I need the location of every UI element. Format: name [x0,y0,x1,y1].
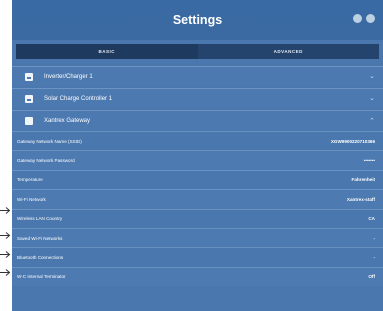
setting-row-password[interactable]: Gateway Network Password ••••••• [12,150,383,170]
setting-row-ssid[interactable]: Gateway Network Name (SSID) XGW990022071… [12,131,383,151]
setting-label: Wireless LAN Country [17,216,63,222]
setting-value: XGW9900220710366 [330,138,375,144]
device-list: Inverter/Charger 1 ⌄ Solar Charge Contro… [12,66,383,130]
grid-icon[interactable] [353,14,362,23]
device-label: Solar Charge Controller 1 [44,95,113,102]
setting-value: Xantrex-staff [346,196,375,202]
tab-advanced[interactable]: ADVANCED [197,44,379,59]
chevron-down-icon: ⌄ [369,95,375,102]
callout-arrows [0,0,12,311]
setting-value: CA [368,216,375,222]
tab-basic[interactable]: BASIC [16,44,198,59]
setting-value: - [373,255,375,261]
setting-label: Temperature [17,177,43,183]
title-actions [353,14,375,23]
setting-value: Off [368,274,375,280]
gateway-settings-list: Gateway Network Name (SSID) XGW990022071… [12,131,383,287]
tab-bar: BASIC ADVANCED [16,44,379,59]
chevron-down-icon: ⌄ [369,73,375,80]
setting-label: Gateway Network Name (SSID) [17,138,82,144]
setting-label: Wi-Fi Network [17,196,46,202]
setting-row-wifi-network[interactable]: Wi-Fi Network Xantrex-staff [12,189,383,209]
settings-screen: Settings BASIC ADVANCED Inverter/Charger… [12,0,383,311]
setting-row-saved-wifi[interactable]: Saved Wi-Fi Networks - [12,227,383,248]
setting-row-terminator[interactable]: W-C Internal Terminator Off [12,266,383,287]
setting-label: Bluetooth Connections [17,255,64,261]
device-label: Xantrex Gateway [44,117,91,124]
title-bar: Settings [12,0,383,40]
setting-row-temperature[interactable]: Temperature Fahrenheit [12,169,383,190]
device-item-xantrex-gateway[interactable]: Xantrex Gateway ⌃ [12,110,383,130]
chevron-up-icon: ⌃ [369,118,375,125]
menu-icon[interactable] [366,14,375,23]
setting-row-wlan-country[interactable]: Wireless LAN Country CA [12,208,383,228]
setting-label: W-C Internal Terminator [17,274,66,280]
callout-arrow-icon [0,231,11,240]
page-title: Settings [172,13,223,27]
callout-arrow-icon [0,250,11,259]
setting-label: Gateway Network Password [17,158,75,164]
setting-value: - [373,235,375,241]
setting-row-bluetooth[interactable]: Bluetooth Connections - [12,247,383,267]
gateway-icon [25,116,33,125]
solar-controller-icon [25,94,33,103]
setting-value: Fahrenheit [351,177,375,183]
callout-arrow-icon [0,268,11,277]
device-item-inverter-charger[interactable]: Inverter/Charger 1 ⌄ [12,66,383,86]
device-item-solar-charge-controller[interactable]: Solar Charge Controller 1 ⌄ [12,88,383,108]
setting-value: ••••••• [363,158,375,164]
inverter-icon [25,72,33,81]
setting-label: Saved Wi-Fi Networks [17,235,63,241]
device-label: Inverter/Charger 1 [44,73,93,80]
callout-arrow-icon [0,206,11,215]
